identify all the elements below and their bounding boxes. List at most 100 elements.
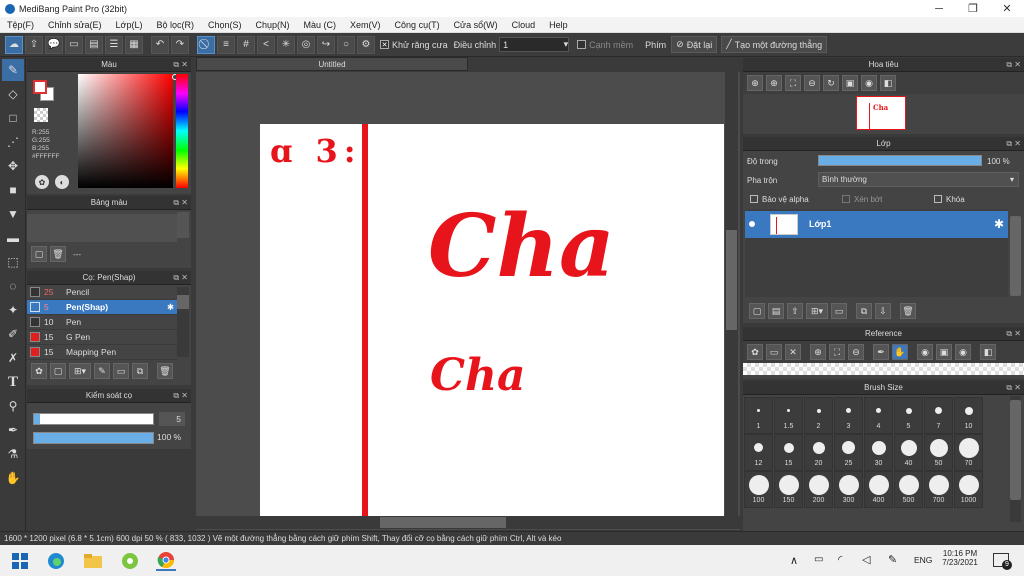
soft-edge-checkbox[interactable] (577, 40, 587, 49)
brush-size-slider[interactable] (33, 413, 154, 425)
rotate-icon[interactable]: ↻ (823, 75, 839, 91)
menu-tools[interactable]: Công cụ(T) (388, 20, 447, 30)
new-palette-icon[interactable]: ▢ (31, 246, 47, 262)
wifi-icon[interactable]: ◜ (838, 553, 842, 566)
adjust-select[interactable]: 1 ▾ (499, 37, 570, 52)
rect-tool-icon[interactable]: □ (2, 107, 24, 129)
brush-size-cell[interactable]: 50 (924, 434, 953, 471)
move-tool-icon[interactable]: ✥ (2, 155, 24, 177)
brush-size-scrollbar[interactable] (1010, 396, 1021, 522)
layer-folder-icon[interactable]: ▭ (831, 303, 847, 319)
flip-icon[interactable]: ◧ (880, 75, 896, 91)
layer-up-icon[interactable]: ⇧ (787, 303, 803, 319)
bucket-tool-icon[interactable]: ▼ (2, 203, 24, 225)
brush-size-cell[interactable]: 300 (834, 471, 863, 508)
eye-icon[interactable] (749, 221, 755, 227)
brush-size-cell[interactable]: 200 (804, 471, 833, 508)
brush-new-icon[interactable]: ▢ (50, 363, 66, 379)
panel-close-icon[interactable]: ⧉ ✕ (1006, 58, 1021, 72)
panel-close-icon[interactable]: ⧉ ✕ (1006, 137, 1021, 151)
minimize-button[interactable]: ─ (922, 0, 956, 17)
brush-size-cell[interactable]: 70 (954, 434, 983, 471)
brush-edit-icon[interactable]: ✎ (94, 363, 110, 379)
navigator-thumbnail[interactable]: Cha (856, 96, 906, 131)
transparent-swatch[interactable] (34, 108, 48, 122)
layer-duplicate-icon[interactable]: ⧉ (856, 303, 872, 319)
snap-grid-icon[interactable]: # (237, 35, 255, 54)
brush-item-pen[interactable]: 10 Pen (27, 315, 177, 330)
comment-icon[interactable]: ▭ (65, 35, 83, 54)
brush-tool-icon[interactable]: ✎ (2, 59, 24, 81)
divide-tool-icon[interactable]: ✒ (2, 419, 24, 441)
menu-filter[interactable]: Bộ lọc(R) (149, 20, 201, 30)
pen-icon[interactable]: ✎ (888, 553, 897, 566)
new-layer-icon[interactable]: ▢ (749, 303, 765, 319)
brush-folder-icon[interactable]: ▭ (113, 363, 129, 379)
zoom-out-icon[interactable]: ⊖ (804, 75, 820, 91)
list-icon[interactable]: ☰ (105, 35, 123, 54)
panel-close-icon[interactable]: ⧉ ✕ (173, 271, 188, 285)
ref-close-icon[interactable]: ✕ (785, 344, 801, 360)
export-icon[interactable]: ⇪ (25, 35, 43, 54)
foreground-color-swatch[interactable] (33, 80, 47, 94)
redo-icon[interactable]: ↷ (171, 35, 189, 54)
straight-line-button[interactable]: ╱ Tạo một đường thẳng (721, 36, 828, 53)
select-pen-icon[interactable]: ✐ (2, 323, 24, 345)
magic-wand-icon[interactable]: ✦ (2, 299, 24, 321)
panel-close-icon[interactable]: ⧉ ✕ (173, 196, 188, 210)
brush-size-cell[interactable]: 4 (864, 397, 893, 434)
menu-cloud[interactable]: Cloud (505, 20, 543, 30)
brush-size-cell[interactable]: 10 (954, 397, 983, 434)
dot-tool-icon[interactable]: ⋰ (2, 131, 24, 153)
layer-add-menu-icon[interactable]: ⊞▾ (806, 303, 828, 319)
panel-close-icon[interactable]: ⧉ ✕ (1006, 327, 1021, 341)
app-green-icon[interactable] (120, 551, 140, 571)
brush-opacity-slider[interactable] (33, 432, 154, 444)
brush-size-cell[interactable]: 1 (744, 397, 773, 434)
ref-zoom-in-icon[interactable]: ⊕ (810, 344, 826, 360)
brush-size-cell[interactable]: 1000 (954, 471, 983, 508)
snap-circle-icon[interactable]: ○ (337, 35, 355, 54)
shape-tool-icon[interactable]: ■ (2, 179, 24, 201)
ref-hand-icon[interactable]: ✋ (892, 344, 908, 360)
blend-mode-select[interactable]: Bình thường ▾ (818, 172, 1019, 187)
gear-icon[interactable]: ✱ (167, 302, 174, 313)
menu-color[interactable]: Màu (C) (297, 20, 344, 30)
antialias-checkbox[interactable]: ✕ (380, 40, 389, 49)
menu-window[interactable]: Cửa sổ(W) (447, 20, 505, 30)
brush-scrollbar[interactable] (177, 287, 189, 357)
layer-opacity-slider[interactable] (818, 155, 982, 166)
eraser-tool-icon[interactable]: ◇ (2, 83, 24, 105)
layer-delete-icon[interactable]: 🗑 (900, 303, 916, 319)
ref-add-icon[interactable]: ✿ (747, 344, 763, 360)
clock[interactable]: 10:16 PM 7/23/2021 (938, 549, 982, 567)
new-halftone-layer-icon[interactable]: ▤ (768, 303, 784, 319)
ref-fit-icon[interactable]: ▣ (936, 344, 952, 360)
ref-open-icon[interactable]: ▭ (766, 344, 782, 360)
select-tool-icon[interactable]: ⬚ (2, 251, 24, 273)
undo-icon[interactable]: ↶ (151, 35, 169, 54)
close-button[interactable]: ✕ (990, 0, 1024, 17)
brush-size-cell[interactable]: 150 (774, 471, 803, 508)
layer-merge-icon[interactable]: ⇩ (875, 303, 891, 319)
saturation-value-picker[interactable] (78, 74, 173, 188)
text-tool-icon[interactable]: T (2, 371, 24, 393)
snap-perspective-icon[interactable]: < (257, 35, 275, 54)
menu-layer[interactable]: Lớp(L) (109, 20, 150, 30)
speaker-icon[interactable]: ◁ (862, 553, 870, 566)
gradient-tool-icon[interactable]: ▬ (2, 227, 24, 249)
panel-close-icon[interactable]: ⧉ ✕ (1006, 381, 1021, 395)
file-explorer-icon[interactable] (83, 551, 103, 571)
panel-close-icon[interactable]: ⧉ ✕ (173, 58, 188, 72)
layer-row[interactable]: Lớp1 ✱ (745, 211, 1008, 238)
clip-checkbox[interactable] (842, 195, 850, 203)
lock-checkbox[interactable] (934, 195, 942, 203)
snap-off-icon[interactable]: ⃠ (197, 35, 215, 54)
chat-icon[interactable]: 💬 (45, 35, 63, 54)
brush-item-mapping-pen[interactable]: 15 Mapping Pen (27, 345, 177, 360)
hue-slider[interactable] (176, 74, 188, 188)
snap-parallel-icon[interactable]: ≡ (217, 35, 235, 54)
ref-eyedropper-icon[interactable]: ✒ (873, 344, 889, 360)
edge-browser-icon[interactable] (46, 551, 66, 571)
menu-file[interactable]: Tệp(F) (0, 20, 41, 30)
